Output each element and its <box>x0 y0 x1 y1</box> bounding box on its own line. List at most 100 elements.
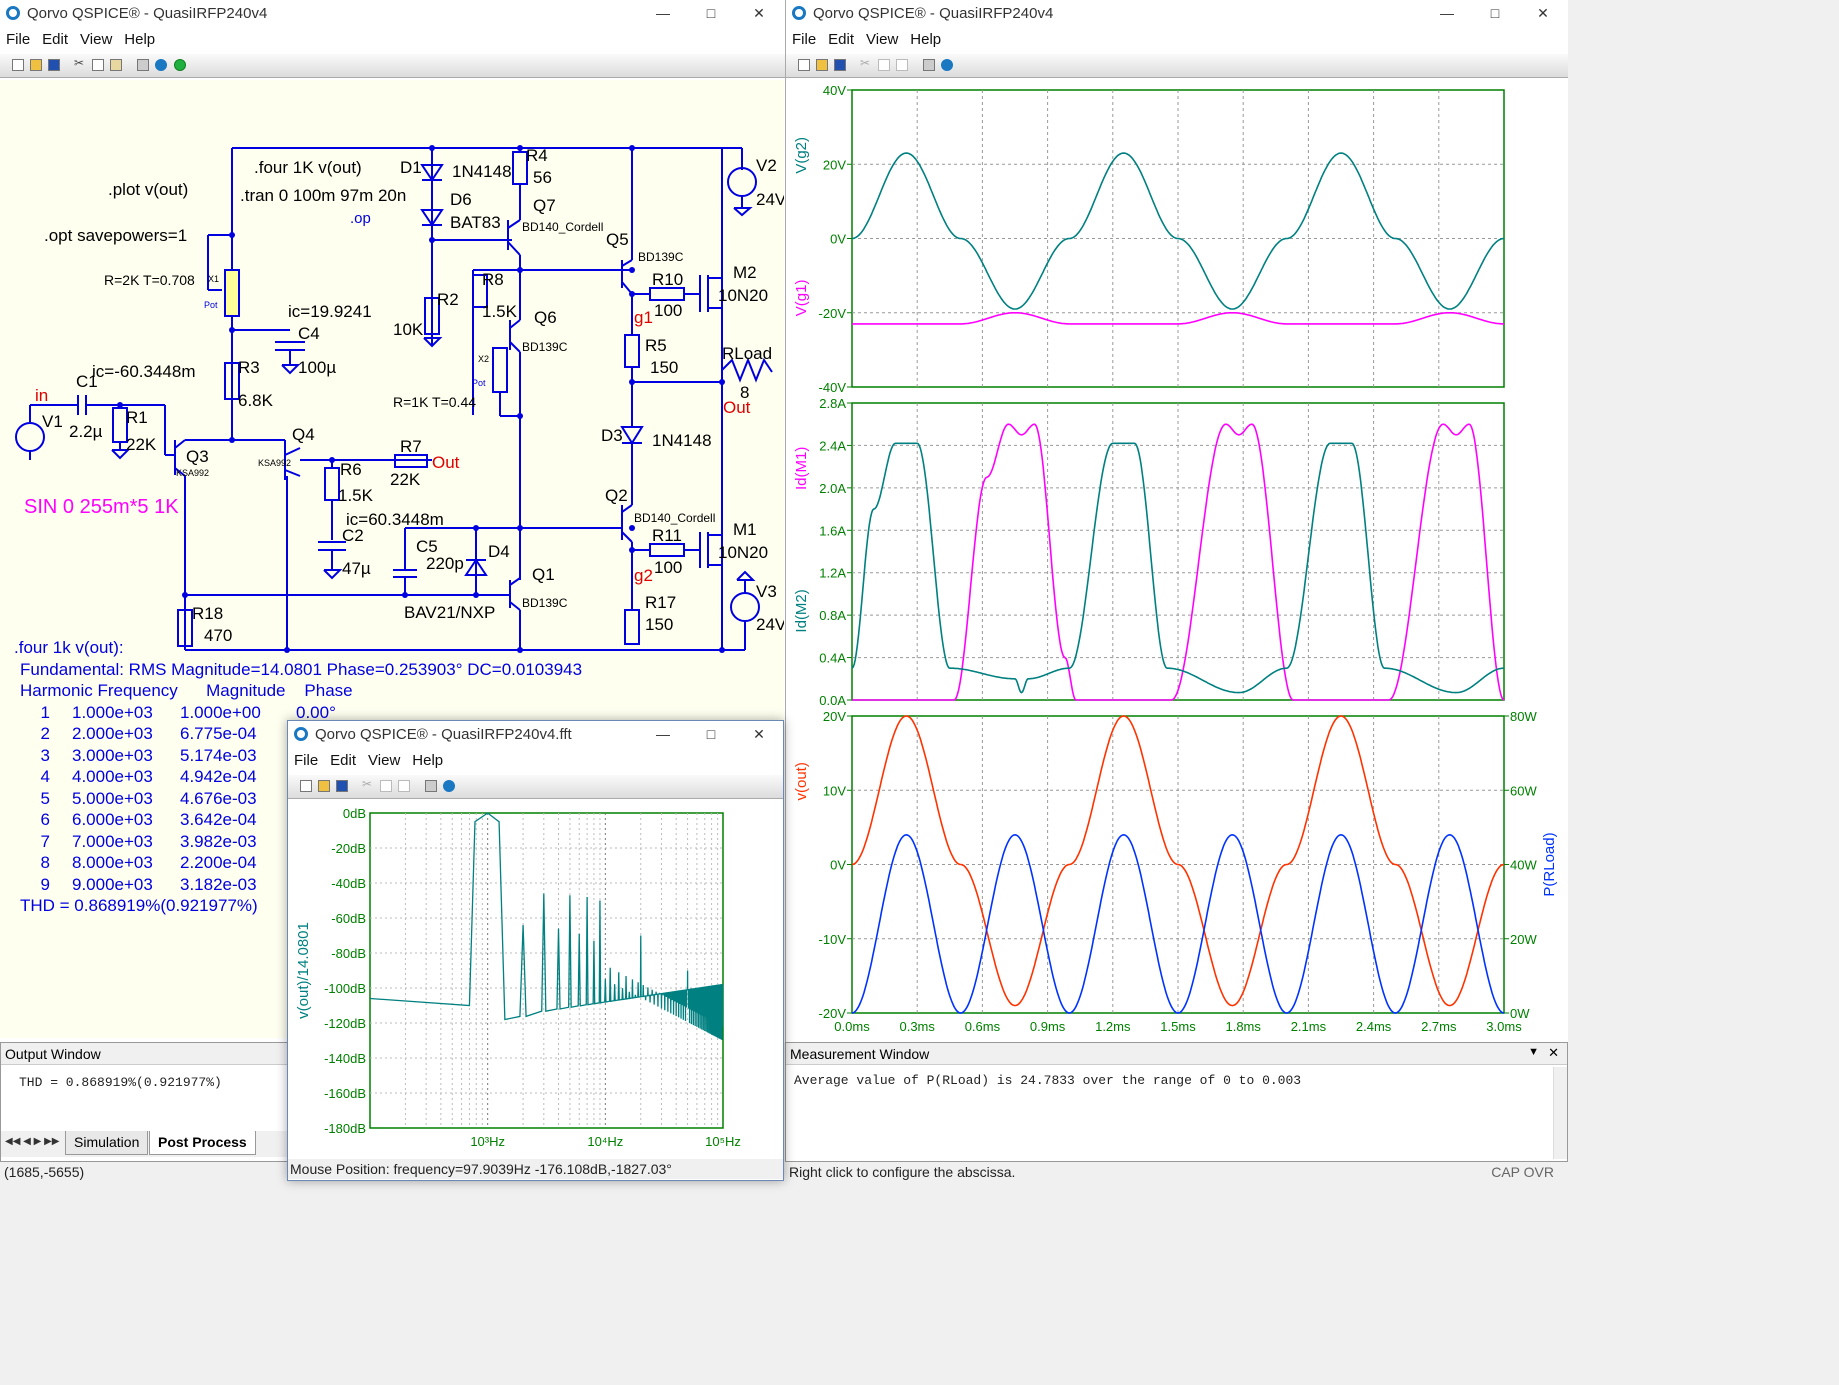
c1-label[interactable]: C1 <box>76 372 98 392</box>
save-icon[interactable] <box>834 59 846 71</box>
menu-edit[interactable]: Edit <box>36 28 74 48</box>
r7-label[interactable]: R7 <box>400 437 422 457</box>
tab-post-process[interactable]: Post Process <box>149 1131 256 1155</box>
copy-icon[interactable] <box>878 59 890 71</box>
q3-label[interactable]: Q3 <box>186 447 209 467</box>
menu-file[interactable]: File <box>0 28 36 48</box>
r3-label[interactable]: R3 <box>238 358 260 378</box>
minimize-button[interactable]: — <box>1424 0 1470 26</box>
d4-label[interactable]: D4 <box>488 542 510 562</box>
menu-view[interactable]: View <box>74 28 118 48</box>
g1-label[interactable]: g1 <box>634 308 653 328</box>
four-directive[interactable]: .four 1K v(out) <box>254 158 362 178</box>
help-icon[interactable] <box>443 780 455 792</box>
d1-label[interactable]: D1 <box>400 158 422 178</box>
q2-label[interactable]: Q2 <box>605 486 628 506</box>
r2-label[interactable]: R2 <box>437 290 459 310</box>
menu-view[interactable]: View <box>362 749 406 769</box>
v1-label[interactable]: V1 <box>42 412 63 432</box>
new-file-icon[interactable] <box>300 780 312 792</box>
save-icon[interactable] <box>48 59 60 71</box>
paste-icon[interactable] <box>110 59 122 71</box>
menu-file[interactable]: File <box>786 28 822 48</box>
close-icon[interactable]: ✕ <box>1548 1045 1559 1061</box>
cut-icon[interactable]: ✂ <box>362 777 374 791</box>
g2-label[interactable]: g2 <box>634 566 653 586</box>
paste-icon[interactable] <box>398 780 410 792</box>
v2-label[interactable]: V2 <box>756 156 777 176</box>
open-folder-icon[interactable] <box>318 780 330 792</box>
maximize-button[interactable]: □ <box>688 0 734 26</box>
close-button[interactable]: ✕ <box>1520 0 1566 26</box>
copy-icon[interactable] <box>92 59 104 71</box>
new-file-icon[interactable] <box>12 59 24 71</box>
menu-view[interactable]: View <box>860 28 904 48</box>
x2-label[interactable]: X2 <box>478 354 489 364</box>
in-net-label[interactable]: in <box>35 386 48 406</box>
q5-label[interactable]: Q5 <box>606 230 629 250</box>
m1-label[interactable]: M1 <box>733 520 757 540</box>
out-net-label[interactable]: Out <box>723 398 750 418</box>
menu-help[interactable]: Help <box>904 28 947 48</box>
m2-label[interactable]: M2 <box>733 263 757 283</box>
c4-label[interactable]: C4 <box>298 324 320 344</box>
menu-edit[interactable]: Edit <box>324 749 362 769</box>
r4-label[interactable]: R4 <box>526 146 548 166</box>
waveform-plot-area[interactable]: 40V 20V 0V -20V -40V V(g2) V(g1) 2.8A 2.4A 2.0A 1.… <box>786 80 1568 1040</box>
maximize-button[interactable]: □ <box>688 721 734 747</box>
minimize-button[interactable]: — <box>640 721 686 747</box>
dropdown-icon[interactable]: ▼ <box>1528 1046 1539 1058</box>
minimize-button[interactable]: — <box>640 0 686 26</box>
tran-directive[interactable]: .tran 0 100m 97m 20n <box>240 186 406 206</box>
rload-label[interactable]: RLoad <box>722 344 772 364</box>
out-net-label-2[interactable]: Out <box>432 453 459 473</box>
menu-edit[interactable]: Edit <box>822 28 860 48</box>
cut-icon[interactable]: ✂ <box>860 56 872 70</box>
print-icon[interactable] <box>923 59 935 71</box>
r5-label[interactable]: R5 <box>645 336 667 356</box>
r6-label[interactable]: R6 <box>340 460 362 480</box>
measurement-text[interactable]: Average value of P(RLoad) is 24.7833 ove… <box>786 1065 1567 1096</box>
q6-label[interactable]: Q6 <box>534 308 557 328</box>
output-text[interactable]: THD = 0.868919%(0.921977%) <box>1 1065 289 1100</box>
menu-file[interactable]: File <box>288 749 324 769</box>
tab-scroll-arrows[interactable]: ◀◀ ◀ ▶ ▶▶ <box>5 1136 59 1147</box>
menu-help[interactable]: Help <box>118 28 161 48</box>
scrollbar[interactable] <box>1553 1067 1567 1159</box>
new-file-icon[interactable] <box>798 59 810 71</box>
menu-help[interactable]: Help <box>406 749 449 769</box>
cut-icon[interactable]: ✂ <box>74 56 86 70</box>
close-button[interactable]: ✕ <box>736 0 782 26</box>
open-folder-icon[interactable] <box>30 59 42 71</box>
paste-icon[interactable] <box>896 59 908 71</box>
r18-label[interactable]: R18 <box>192 604 223 624</box>
r10-label[interactable]: R10 <box>652 270 683 290</box>
tab-simulation[interactable]: Simulation <box>65 1131 149 1155</box>
op-directive[interactable]: .op <box>350 210 371 227</box>
r8-label[interactable]: R8 <box>482 270 504 290</box>
r1-label[interactable]: R1 <box>126 408 148 428</box>
q1-label[interactable]: Q1 <box>532 565 555 585</box>
help-icon[interactable] <box>155 59 167 71</box>
d6-label[interactable]: D6 <box>450 190 472 210</box>
q4-label[interactable]: Q4 <box>292 425 315 445</box>
x1-label[interactable]: X1 <box>208 274 219 284</box>
print-icon[interactable] <box>425 780 437 792</box>
print-icon[interactable] <box>137 59 149 71</box>
opt-directive[interactable]: .opt savepowers=1 <box>44 226 187 246</box>
v3-label[interactable]: V3 <box>756 582 777 602</box>
plot-directive[interactable]: .plot v(out) <box>108 180 188 200</box>
c2-label[interactable]: C2 <box>342 526 364 546</box>
q7-label[interactable]: Q7 <box>533 196 556 216</box>
maximize-button[interactable]: □ <box>1472 0 1518 26</box>
copy-icon[interactable] <box>380 780 392 792</box>
r17-label[interactable]: R17 <box>645 593 676 613</box>
d3-label[interactable]: D3 <box>601 426 623 446</box>
open-folder-icon[interactable] <box>816 59 828 71</box>
fft-plot-area[interactable]: 0dB -20dB -40dB -60dB -80dB -100dB -120dB -140d… <box>288 801 783 1161</box>
close-button[interactable]: ✕ <box>736 721 782 747</box>
help-icon[interactable] <box>941 59 953 71</box>
save-icon[interactable] <box>336 780 348 792</box>
run-simulation-icon[interactable] <box>174 59 186 71</box>
r11-label[interactable]: R11 <box>652 526 682 546</box>
